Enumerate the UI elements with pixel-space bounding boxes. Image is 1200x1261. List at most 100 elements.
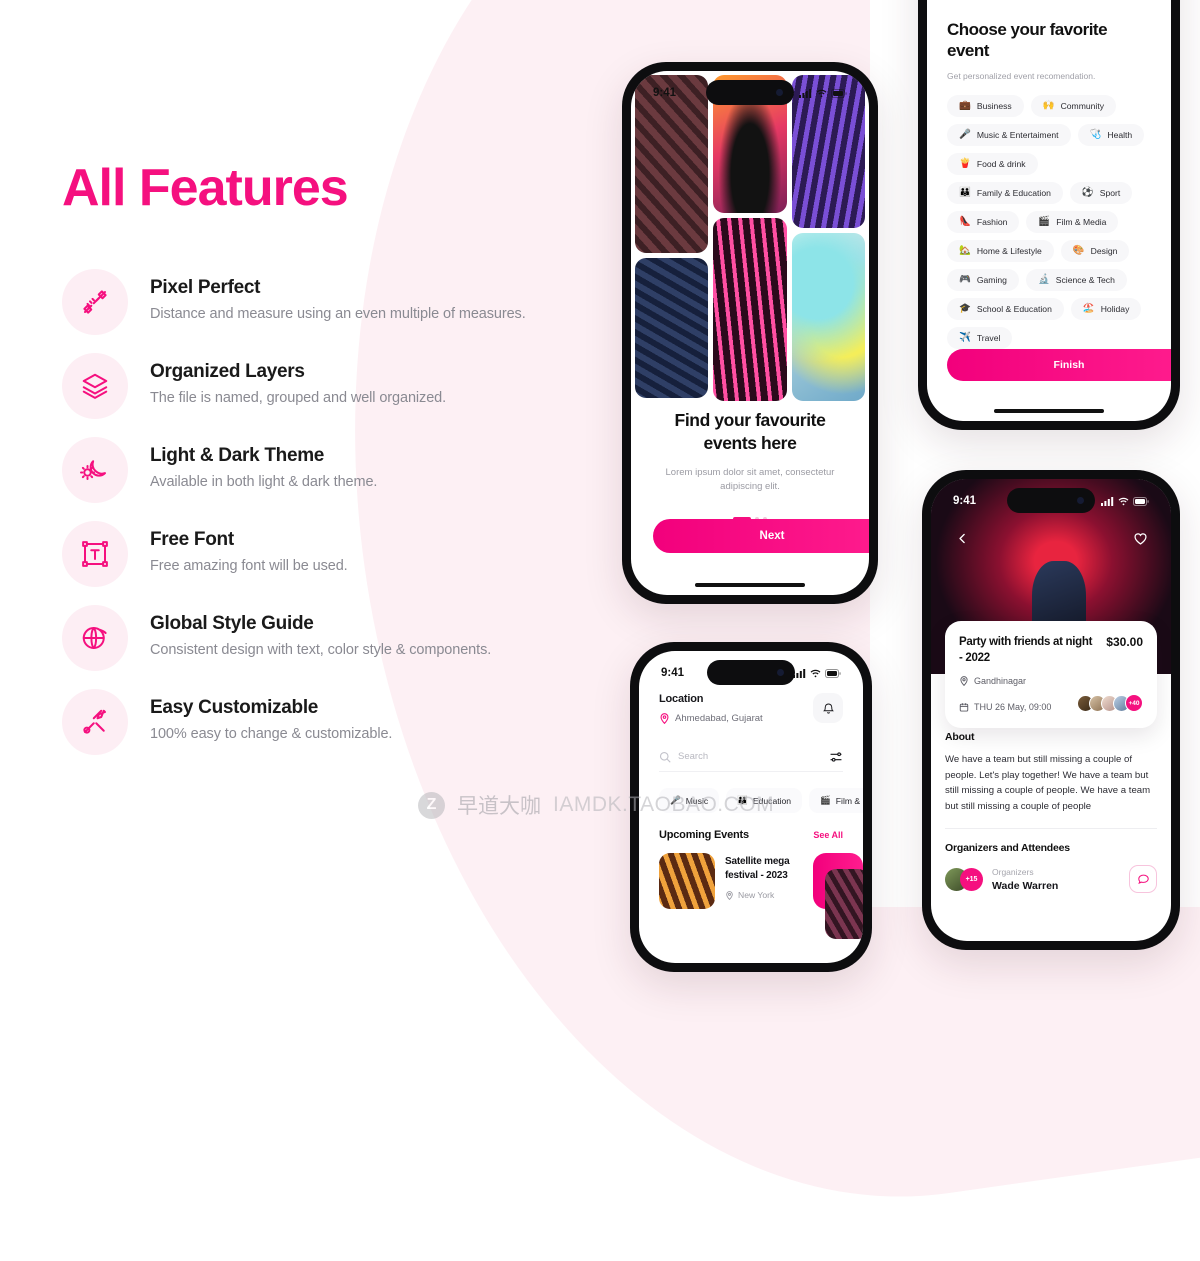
favorite-button[interactable]: [1127, 525, 1153, 551]
location-row[interactable]: Ahmedabad, Gujarat: [659, 713, 763, 724]
chip-label: Music & Entertaiment: [976, 129, 1059, 140]
battery-icon: [831, 88, 847, 98]
search-input[interactable]: Search: [659, 742, 843, 772]
event-location-row: Gandhinagar: [959, 676, 1143, 687]
chip-emoji: ⚽: [1081, 186, 1094, 198]
feature-item-pixel-perfect: Pixel Perfect Distance and measure using…: [62, 269, 602, 337]
category-chip-fashion[interactable]: 👠 Fashion: [947, 210, 1020, 233]
organizer-left: +15 Organizers Wade Warren: [945, 867, 1058, 892]
onboarding-title: Find your favourite events here: [674, 410, 826, 454]
wifi-icon: [1118, 497, 1129, 505]
about-section: About We have a team but still missing a…: [945, 731, 1157, 894]
chip-label: Home & Lifestyle: [976, 245, 1042, 256]
feature-title: Free Font: [150, 529, 234, 551]
chip-emoji: 👠: [959, 215, 971, 227]
tools-icon: [62, 689, 128, 756]
chip-label: Holiday: [1100, 303, 1130, 314]
tab-emoji: 🎤: [670, 795, 681, 805]
categories-title: Choose your favorite event: [947, 20, 1108, 61]
chip-emoji: 💼: [959, 99, 971, 111]
feature-list: Pixel Perfect Distance and measure using…: [62, 269, 602, 757]
phone-home: 9:41 Location Ahmedabad, Gujarat Search …: [630, 642, 872, 972]
location-label: Location: [659, 693, 704, 705]
event-thumbnail: [659, 853, 715, 909]
notifications-button[interactable]: [813, 693, 843, 723]
organizer-avatars[interactable]: +15: [945, 867, 983, 891]
category-tab-music[interactable]: 🎤 Music: [659, 788, 720, 813]
globe-icon: [62, 605, 128, 672]
category-chip-business[interactable]: 💼 Business: [947, 94, 1024, 117]
phone-onboarding: 9:41 Find your favourite events here Lor…: [622, 62, 878, 604]
feature-text: Organized Layers The file is named, grou…: [150, 353, 446, 406]
organizer-info: Organizers Wade Warren: [992, 867, 1058, 892]
category-tab-film[interactable]: 🎬 Film &: [809, 788, 863, 813]
category-chip-community[interactable]: 🙌 Community: [1030, 94, 1117, 117]
feature-text: Easy Customizable 100% easy to change & …: [150, 689, 392, 742]
category-chip-science-tech[interactable]: 🔬 Science & Tech: [1025, 268, 1127, 291]
chip-emoji: 🏖️: [1082, 302, 1095, 314]
location-block: Location Ahmedabad, Gujarat: [659, 693, 763, 724]
phone-event-detail: 9:41 Party with friends at night - 2022 …: [922, 470, 1180, 950]
chip-emoji: 🎤: [959, 128, 971, 140]
category-tab-education[interactable]: 👪 Education: [726, 788, 803, 813]
organizers-title: Organizers and Attendees: [945, 842, 1070, 855]
category-chip-family-education[interactable]: 👪 Family & Education: [947, 181, 1063, 204]
chip-emoji: 🩺: [1089, 128, 1102, 140]
upcoming-events-title: Upcoming Events: [659, 829, 749, 841]
tab-emoji: 👪: [737, 795, 748, 805]
event-photo-collage: [631, 71, 869, 401]
location-pin-icon: [726, 890, 733, 900]
event-side-thumbnail: [825, 869, 863, 939]
feature-title: Light & Dark Theme: [150, 445, 325, 467]
search-icon: [659, 751, 671, 763]
chip-emoji: 🎬: [1038, 215, 1051, 227]
notch: [707, 660, 795, 685]
feature-desc: Free amazing font will be used.: [150, 558, 348, 575]
organizer-name: Wade Warren: [992, 879, 1059, 892]
chevron-left-icon: [958, 533, 965, 543]
chip-label: Business: [976, 100, 1012, 111]
see-all-link[interactable]: See All: [813, 830, 843, 840]
chip-label: Community: [1060, 100, 1105, 111]
bell-icon: [822, 703, 834, 714]
category-chip-gaming[interactable]: 🎮 Gaming: [947, 268, 1019, 291]
finish-button[interactable]: Finish: [947, 349, 1171, 381]
category-chip-music-entertainment[interactable]: 🎤 Music & Entertaiment: [947, 123, 1071, 146]
category-chip-holiday[interactable]: 🏖️ Holiday: [1070, 297, 1142, 320]
next-button[interactable]: Next: [653, 519, 869, 553]
event-location-row: New York: [725, 890, 803, 900]
chip-emoji: 🎨: [1072, 244, 1085, 256]
chat-button[interactable]: [1129, 865, 1157, 894]
category-chip-health[interactable]: 🩺 Health: [1077, 123, 1145, 146]
category-chip-sport[interactable]: ⚽ Sport: [1069, 181, 1133, 204]
category-chip-school-education[interactable]: 🎓 School & Education: [947, 297, 1064, 320]
attendee-avatars[interactable]: +40: [1077, 694, 1143, 713]
tab-label: Music: [685, 795, 709, 806]
feature-title: Organized Layers: [150, 361, 305, 383]
feature-title: Easy Customizable: [150, 697, 319, 719]
category-chip-design[interactable]: 🎨 Design: [1060, 239, 1130, 262]
tab-label: Film &: [835, 795, 861, 806]
category-chip-travel[interactable]: ✈️ Travel: [947, 326, 1013, 349]
attendee-count-badge: +40: [1125, 694, 1143, 713]
event-card-top: Party with friends at night - 2022 $30.0…: [959, 635, 1143, 666]
category-chip-food-drink[interactable]: 🍟 Food & drink: [947, 152, 1038, 175]
feature-title: Global Style Guide: [150, 613, 314, 635]
back-button[interactable]: [949, 525, 975, 551]
category-chip-film-media[interactable]: 🎬 Film & Media: [1026, 210, 1119, 233]
chip-emoji: 🙌: [1042, 99, 1055, 111]
organizer-row: +15 Organizers Wade Warren: [945, 865, 1157, 894]
feature-text: Global Style Guide Consistent design wit…: [150, 605, 491, 658]
location-city: Ahmedabad, Gujarat: [675, 713, 763, 724]
feature-desc: Distance and measure using an even multi…: [150, 306, 526, 323]
category-chip-home-lifestyle[interactable]: 🏡 Home & Lifestyle: [947, 239, 1054, 262]
divider: [945, 828, 1157, 830]
heart-icon: [1133, 532, 1147, 545]
location-pin-icon: [960, 676, 968, 687]
chip-label: Travel: [976, 332, 1001, 343]
battery-icon: [825, 668, 841, 678]
chip-label: Health: [1107, 129, 1133, 140]
feature-title: Pixel Perfect: [150, 277, 261, 299]
search-placeholder: Search: [678, 751, 709, 762]
categories-header: Choose your favorite event Get personali…: [927, 0, 1171, 81]
